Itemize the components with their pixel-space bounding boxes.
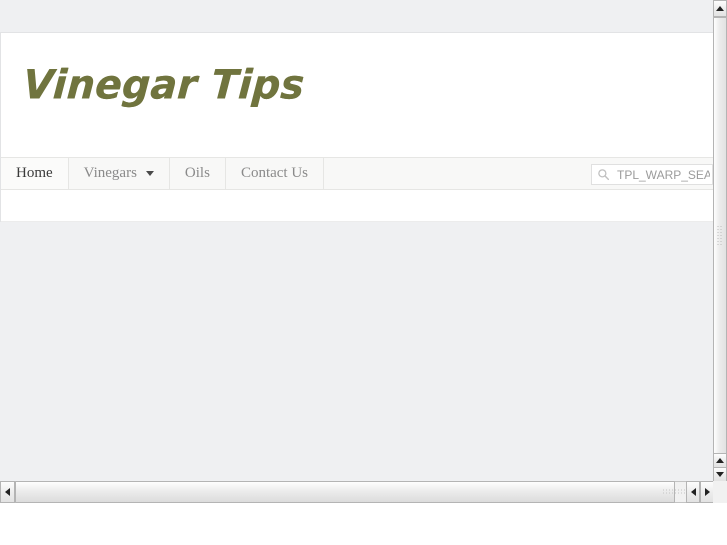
triangle-up-icon	[716, 6, 724, 11]
vertical-scrollbar[interactable]	[713, 0, 727, 482]
nav-item-home[interactable]: Home	[1, 158, 69, 189]
site-header: Vinegar Tips	[1, 33, 713, 157]
page-outer-background	[0, 222, 713, 481]
scroll-left-button-start[interactable]	[0, 481, 15, 503]
nav-item-vinegars[interactable]: Vinegars	[68, 158, 170, 189]
search-icon	[598, 169, 610, 181]
triangle-left-icon	[5, 488, 10, 496]
scrollbar-corner	[713, 481, 727, 503]
triangle-left-icon	[690, 488, 696, 496]
site-logo[interactable]: Vinegar Tips	[21, 62, 306, 109]
triangle-down-icon	[716, 472, 724, 477]
scroll-right-button[interactable]	[700, 481, 714, 503]
scroll-up-button-top[interactable]	[713, 0, 727, 17]
site-page-wrapper: Vinegar Tips Home Vinegars Oils Contact …	[0, 32, 713, 222]
horizontal-scrollbar[interactable]	[0, 481, 714, 503]
vertical-scrollbar-thumb[interactable]	[713, 17, 727, 454]
scrollbar-grip	[716, 224, 724, 247]
nav-item-label: Contact Us	[240, 165, 309, 181]
search-box[interactable]	[591, 164, 713, 185]
chevron-down-icon	[145, 171, 154, 176]
nav-item-label: Home	[16, 165, 53, 181]
nav-item-label: Vinegars	[83, 165, 137, 181]
scroll-down-button[interactable]	[713, 467, 727, 482]
scroll-up-button-bottom[interactable]	[713, 453, 727, 468]
page-content-band	[1, 190, 713, 222]
browser-viewport: Vinegar Tips Home Vinegars Oils Contact …	[0, 0, 713, 481]
scroll-left-button[interactable]	[686, 481, 700, 503]
nav-item-oils[interactable]: Oils	[169, 158, 226, 189]
nav-item-contact-us[interactable]: Contact Us	[225, 158, 325, 189]
page-top-margin	[0, 0, 713, 32]
horizontal-scrollbar-thumb[interactable]	[15, 481, 686, 503]
scrollbar-grip	[662, 488, 686, 496]
search-input[interactable]	[615, 166, 712, 183]
triangle-up-icon	[716, 458, 724, 463]
triangle-right-icon	[704, 488, 710, 496]
nav-item-label: Oils	[184, 165, 210, 181]
